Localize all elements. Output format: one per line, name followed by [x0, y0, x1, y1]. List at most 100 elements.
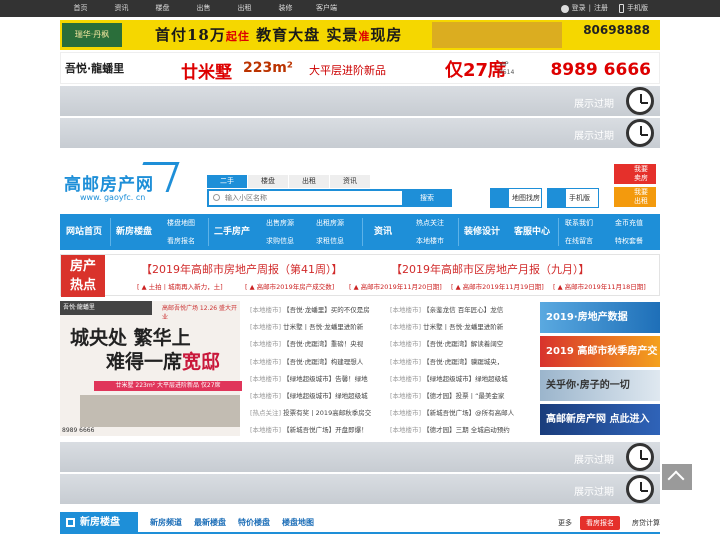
- list-item[interactable]: [本地楼市] 【吾悦·龙蟠里】买的不仅是房: [250, 302, 386, 319]
- top-nav-rent[interactable]: 出租: [224, 0, 265, 17]
- search-tabs: 二手 楼盘 出租 资讯: [207, 175, 371, 188]
- nav-register[interactable]: 看房报名: [167, 232, 195, 250]
- expired-ad-slot[interactable]: 展示过期: [60, 86, 660, 116]
- top-nav-decoration[interactable]: 装修: [265, 0, 306, 17]
- top-nav-client[interactable]: 客户端: [306, 0, 347, 17]
- register-link[interactable]: 注册: [594, 0, 608, 17]
- news-sub-link[interactable]: [ ▲ 高邮市2019年11月18日期]: [553, 281, 646, 291]
- side-ads: 2019·房地产数据 2019 高邮市秋季房产交易会 关乎你·房子的一切 高邮新…: [540, 302, 660, 438]
- tab-news[interactable]: 资讯: [330, 175, 370, 188]
- login-link[interactable]: 登录: [572, 0, 586, 17]
- search-button[interactable]: 搜索: [402, 189, 452, 207]
- item-category: [本地楼市]: [390, 374, 422, 383]
- nav-rent[interactable]: 出租房源: [316, 214, 344, 232]
- top-nav-projects[interactable]: 楼盘: [142, 0, 183, 17]
- item-category: [本地楼市]: [390, 306, 422, 314]
- clock-icon: [626, 475, 654, 503]
- nav-message[interactable]: 在线留言: [565, 232, 593, 250]
- list-item[interactable]: [热点关注] 投票有奖丨2019高邮秋季房交: [250, 405, 386, 422]
- nav-vip[interactable]: 特权套餐: [615, 232, 643, 250]
- tab-latest[interactable]: 最新楼盘: [194, 512, 226, 534]
- map-search-button[interactable]: 地图找房: [490, 188, 542, 208]
- headline-weekly[interactable]: 【2019年高邮市房地产周报（第41周）】: [141, 261, 343, 277]
- clock-icon: [626, 119, 654, 147]
- register-button[interactable]: 看房报名: [580, 516, 620, 530]
- expired-ad-slot[interactable]: 展示过期: [60, 442, 660, 472]
- tab-second-hand[interactable]: 二手: [207, 175, 247, 188]
- nav-local[interactable]: 本地楼市: [416, 232, 444, 250]
- expired-text: 展示过期: [574, 131, 614, 142]
- side-ad-portal[interactable]: 高邮新房产网 点此进入: [540, 404, 660, 435]
- expired-ad-slot[interactable]: 展示过期: [60, 118, 660, 148]
- nav-home[interactable]: 网站首页: [66, 214, 102, 250]
- news-sub-link[interactable]: [ ▲ 高邮市2019年11月19日期]: [451, 281, 544, 291]
- top-bar: 首页 资讯 楼盘 出售 出租 装修 客户端 登录 | 注册 手机版: [0, 0, 720, 17]
- mobile-version-button[interactable]: 手机版: [547, 188, 599, 208]
- tab-newhouse-channel[interactable]: 新房频道: [150, 512, 182, 534]
- news-sub-link[interactable]: [ ▲ 土拍丨城南再入新力，土]: [137, 281, 223, 291]
- promo-note: 高邮吾悦广场 12.26 盛大开业: [162, 305, 237, 321]
- rent-out-button[interactable]: 我要 出租: [614, 187, 656, 207]
- list-item[interactable]: [本地楼市] 【新城吾悦广场】@所有高邮人: [390, 405, 526, 422]
- news-sub-link[interactable]: [ ▲ 高邮市2019年房产成交数]: [245, 281, 334, 291]
- list-item[interactable]: [本地楼市] 【吾悦·虎踞湾】构建理想人: [250, 354, 386, 371]
- banner-ad-ruihua[interactable]: 瑞华·丹枫 首付18万起住 教育大盘 实景准现房 80698888: [60, 20, 660, 50]
- site-logo[interactable]: 高邮房产网: [64, 170, 154, 195]
- phone-icon: [548, 189, 566, 207]
- promo-line2: 难得一席宽邸: [106, 347, 220, 374]
- list-item[interactable]: [本地楼市] 【吾悦·虎踞湾】重磅！央视: [250, 336, 386, 353]
- banner-ad-wuyue[interactable]: 吾悦·龍蟠里 廿米墅 223m² 大平层进阶新品 仅27席 VIP 0514 8…: [60, 52, 660, 84]
- list-item[interactable]: [本地楼市] 【吾悦·虎踞湾】骥踞城央，: [390, 354, 526, 371]
- nav-newhouse[interactable]: 新房楼盘: [116, 214, 152, 250]
- item-category: [本地楼市]: [390, 426, 422, 435]
- nav-divider: [558, 218, 559, 246]
- headline-monthly[interactable]: 【2019年高邮市区房地产月报（九月）】: [391, 261, 590, 277]
- list-item[interactable]: [本地楼市] 【亲鉴龙信 百年匠心】龙信: [390, 302, 526, 319]
- sell-house-button[interactable]: 我要 卖房: [614, 164, 656, 184]
- item-category: [本地楼市]: [390, 323, 422, 332]
- hot-news-tag: 房产 热点: [61, 255, 105, 297]
- list-item[interactable]: [本地楼市] 廿米墅丨吾悦·龙蟠里进阶新: [390, 319, 526, 336]
- top-nav-news[interactable]: 资讯: [101, 0, 142, 17]
- ad-logo: 瑞华·丹枫: [62, 23, 122, 47]
- side-ad-data[interactable]: 2019·房地产数据: [540, 302, 660, 333]
- back-to-top-icon[interactable]: [662, 464, 692, 490]
- tab-discount[interactable]: 特价楼盘: [238, 512, 270, 534]
- nav-buy[interactable]: 求购信息: [266, 232, 294, 250]
- nav-contact[interactable]: 联系我们: [565, 214, 593, 232]
- list-item[interactable]: [本地楼市] 【德才园】三期 全城启动预约: [390, 422, 526, 439]
- list-item[interactable]: [本地楼市] 【绿地超级城市】绿地超级城: [250, 388, 386, 405]
- nav-decoration[interactable]: 装修设计: [464, 214, 500, 250]
- list-item[interactable]: [本地楼市] 【新城吾悦广场】开盘即爆！: [250, 422, 386, 439]
- nav-second[interactable]: 二手房产: [214, 214, 250, 250]
- promo-banner[interactable]: 吾悦·龍蟠里 高邮吾悦广场 12.26 盛大开业 城央处 繁华上 难得一席宽邸 …: [60, 301, 242, 436]
- item-title: 【亲鉴龙信 百年匠心】龙信: [423, 306, 504, 314]
- tab-projects[interactable]: 楼盘: [248, 175, 288, 188]
- nav-rent-request[interactable]: 求租信息: [316, 232, 344, 250]
- tab-rent[interactable]: 出租: [289, 175, 329, 188]
- nav-news[interactable]: 资讯: [374, 214, 392, 250]
- nav-hot[interactable]: 热点关注: [416, 214, 444, 232]
- tab-map[interactable]: 楼盘地图: [282, 512, 314, 534]
- top-nav-home[interactable]: 首页: [60, 0, 101, 17]
- ad-slogan-c: 现房: [370, 26, 403, 44]
- nav-recharge[interactable]: 金币充值: [615, 214, 643, 232]
- news-sub-link[interactable]: [ ▲ 高邮市2019年11月20日期]: [349, 281, 442, 291]
- loan-calculator-link[interactable]: 房贷计算: [632, 512, 660, 534]
- mobile-link[interactable]: 手机版: [627, 0, 648, 17]
- nav-service[interactable]: 客服中心: [514, 214, 550, 250]
- side-ad-fair[interactable]: 2019 高邮市秋季房产交易会: [540, 336, 660, 367]
- top-nav-sale[interactable]: 出售: [183, 0, 224, 17]
- nav-divider: [110, 218, 111, 246]
- expired-ad-slot[interactable]: 展示过期: [60, 474, 660, 504]
- search-input[interactable]: [209, 191, 389, 205]
- list-item[interactable]: [本地楼市] 【绿地超级城市】绿地超级城: [390, 371, 526, 388]
- nav-sale[interactable]: 出售房源: [266, 214, 294, 232]
- list-item[interactable]: [本地楼市] 廿米墅丨吾悦·龙蟠里进阶新: [250, 319, 386, 336]
- more-link[interactable]: 更多: [558, 512, 572, 534]
- list-item[interactable]: [本地楼市] 【德才园】投票丨“最美金家: [390, 388, 526, 405]
- nav-map[interactable]: 楼盘地图: [167, 214, 195, 232]
- list-item[interactable]: [本地楼市] 【绿地超级城市】告馨！绿地: [250, 371, 386, 388]
- list-item[interactable]: [本地楼市] 【吾悦·虎踞湾】解读着阔空: [390, 336, 526, 353]
- side-ad-house[interactable]: 关乎你·房子的一切: [540, 370, 660, 401]
